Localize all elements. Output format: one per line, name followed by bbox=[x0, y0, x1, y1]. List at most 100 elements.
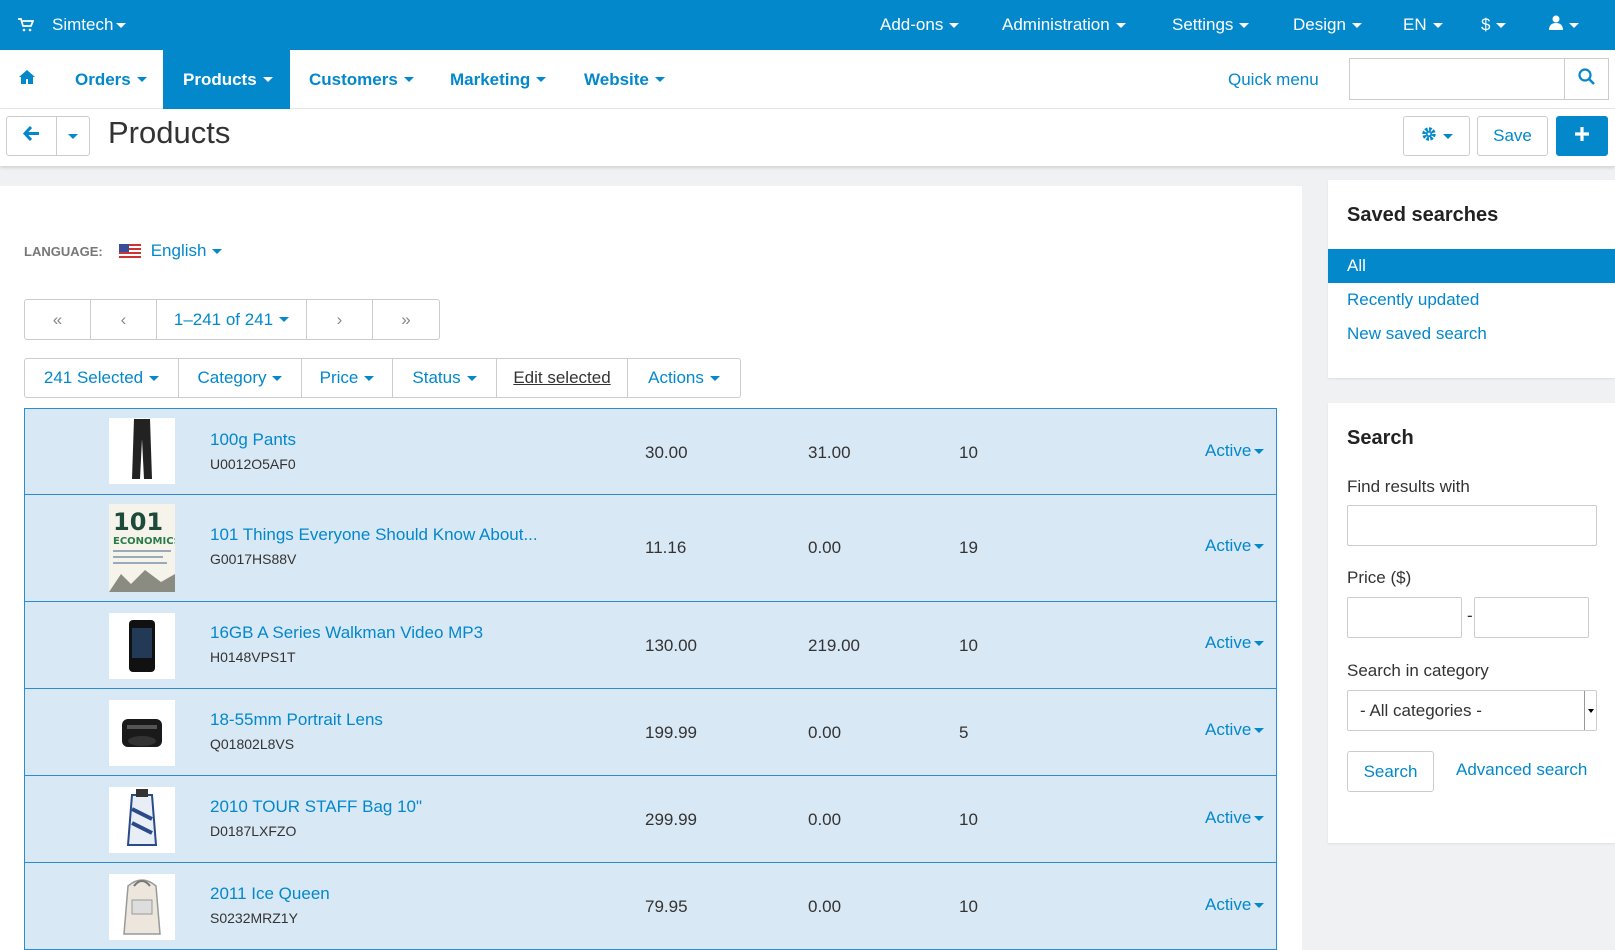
nav-customers[interactable]: Customers bbox=[309, 50, 414, 109]
product-row[interactable]: 2010 TOUR STAFF Bag 10" D0187LXFZO 299.9… bbox=[24, 775, 1277, 863]
language-dropdown[interactable]: English bbox=[151, 241, 223, 261]
page-range-dropdown[interactable]: 1–241 of 241 bbox=[157, 300, 307, 339]
price-from-input[interactable] bbox=[1347, 597, 1462, 638]
first-page-button[interactable]: « bbox=[25, 300, 91, 339]
product-thumbnail[interactable] bbox=[109, 700, 175, 766]
product-name-link[interactable]: 100g Pants bbox=[210, 430, 296, 450]
topmenu-settings[interactable]: Settings bbox=[1172, 0, 1250, 50]
status-dropdown[interactable]: Active bbox=[1205, 720, 1265, 740]
product-thumbnail[interactable] bbox=[109, 787, 175, 853]
status-dropdown[interactable]: Active bbox=[1205, 441, 1265, 461]
product-name-link[interactable]: 101 Things Everyone Should Know About... bbox=[210, 525, 538, 545]
global-search-input[interactable] bbox=[1349, 58, 1565, 100]
quick-menu[interactable]: Quick menu bbox=[1228, 50, 1319, 109]
product-quantity[interactable]: 19 bbox=[959, 538, 978, 558]
brand-name: Simtech bbox=[52, 15, 114, 34]
category-select-value: - All categories - bbox=[1360, 700, 1482, 720]
history-dropdown-button[interactable] bbox=[56, 116, 90, 156]
topmenu-administration[interactable]: Administration bbox=[1002, 0, 1126, 50]
search-panel-title: Search bbox=[1347, 427, 1414, 449]
topmenu-addons[interactable]: Add-ons bbox=[880, 0, 960, 50]
chevron-down-icon bbox=[364, 375, 375, 381]
new-saved-search-link[interactable]: New saved search bbox=[1328, 317, 1615, 351]
product-price[interactable]: 130.00 bbox=[645, 636, 697, 656]
chevron-down-icon bbox=[466, 375, 477, 381]
product-list-price[interactable]: 0.00 bbox=[808, 810, 841, 830]
product-quantity[interactable]: 10 bbox=[959, 443, 978, 463]
search-button[interactable]: Search bbox=[1347, 751, 1434, 792]
nav-marketing[interactable]: Marketing bbox=[450, 50, 547, 109]
find-results-label: Find results with bbox=[1347, 477, 1470, 496]
product-thumbnail[interactable] bbox=[109, 874, 175, 940]
product-list-price[interactable]: 0.00 bbox=[808, 723, 841, 743]
price-to-input[interactable] bbox=[1474, 597, 1589, 638]
chevron-down-icon bbox=[272, 375, 283, 381]
product-quantity[interactable]: 5 bbox=[959, 723, 968, 743]
product-row[interactable]: 101 ECONOMICS 101 Things Everyone Should … bbox=[24, 494, 1277, 602]
status-label: Active bbox=[1205, 720, 1252, 739]
status-filter[interactable]: Status bbox=[393, 359, 497, 397]
product-thumbnail[interactable]: 101 ECONOMICS bbox=[109, 504, 175, 592]
topmenu-language[interactable]: EN bbox=[1403, 0, 1443, 50]
saved-searches-title: Saved searches bbox=[1347, 204, 1499, 226]
product-price[interactable]: 199.99 bbox=[645, 723, 697, 743]
product-thumbnail[interactable] bbox=[109, 613, 175, 679]
add-product-button[interactable] bbox=[1556, 116, 1608, 156]
product-row[interactable]: 18-55mm Portrait Lens Q01802L8VS 199.99 … bbox=[24, 688, 1277, 776]
advanced-search-link[interactable]: Advanced search bbox=[1456, 760, 1587, 780]
product-list-price[interactable]: 31.00 bbox=[808, 443, 851, 463]
product-name-link[interactable]: 18-55mm Portrait Lens bbox=[210, 710, 383, 730]
product-price[interactable]: 299.99 bbox=[645, 810, 697, 830]
save-button[interactable]: Save bbox=[1477, 116, 1548, 156]
last-page-button[interactable]: » bbox=[373, 300, 439, 339]
book-cover-line2: ECONOMICS bbox=[113, 536, 175, 547]
product-quantity[interactable]: 10 bbox=[959, 810, 978, 830]
product-list-price[interactable]: 219.00 bbox=[808, 636, 860, 656]
next-page-button[interactable]: › bbox=[307, 300, 373, 339]
chevron-down-icon bbox=[149, 375, 160, 381]
nav-orders[interactable]: Orders bbox=[75, 50, 147, 109]
chevron-down-icon bbox=[1569, 22, 1579, 28]
page-range: 1–241 of 241 bbox=[173, 309, 274, 329]
saved-search-all[interactable]: All bbox=[1328, 249, 1615, 283]
find-results-input[interactable] bbox=[1347, 505, 1597, 546]
chevron-down-icon bbox=[136, 77, 147, 82]
store-switcher[interactable]: Simtech bbox=[18, 0, 127, 50]
category-select[interactable]: - All categories - bbox=[1347, 690, 1597, 731]
back-button[interactable] bbox=[6, 116, 57, 156]
saved-search-recently-updated[interactable]: Recently updated bbox=[1328, 283, 1615, 317]
product-thumbnail[interactable] bbox=[109, 418, 175, 484]
status-dropdown[interactable]: Active bbox=[1205, 633, 1265, 653]
product-row[interactable]: 2011 Ice Queen S0232MRZ1Y 79.95 0.00 10 … bbox=[24, 862, 1277, 950]
product-code: G0017HS88V bbox=[210, 551, 297, 567]
product-price[interactable]: 11.16 bbox=[645, 538, 686, 558]
product-price[interactable]: 79.95 bbox=[645, 897, 688, 917]
nav-home[interactable] bbox=[18, 50, 36, 109]
product-name-link[interactable]: 2010 TOUR STAFF Bag 10" bbox=[210, 797, 422, 817]
product-list-price[interactable]: 0.00 bbox=[808, 897, 841, 917]
topmenu-design[interactable]: Design bbox=[1293, 0, 1362, 50]
settings-dropdown-button[interactable] bbox=[1403, 116, 1470, 156]
topmenu-currency[interactable]: $ bbox=[1481, 0, 1507, 50]
status-dropdown[interactable]: Active bbox=[1205, 536, 1265, 556]
product-quantity[interactable]: 10 bbox=[959, 636, 978, 656]
price-filter[interactable]: Price bbox=[302, 359, 393, 397]
product-row[interactable]: 100g Pants U0012O5AF0 30.00 31.00 10 Act… bbox=[24, 408, 1277, 495]
nav-products[interactable]: Products bbox=[163, 50, 290, 109]
nav-website[interactable]: Website bbox=[584, 50, 665, 109]
category-filter[interactable]: Category bbox=[179, 359, 302, 397]
prev-page-button[interactable]: ‹ bbox=[91, 300, 157, 339]
product-price[interactable]: 30.00 bbox=[645, 443, 688, 463]
product-row[interactable]: 16GB A Series Walkman Video MP3 H0148VPS… bbox=[24, 601, 1277, 689]
global-search-button[interactable] bbox=[1565, 58, 1609, 100]
status-dropdown[interactable]: Active bbox=[1205, 808, 1265, 828]
product-name-link[interactable]: 2011 Ice Queen bbox=[210, 884, 330, 904]
status-dropdown[interactable]: Active bbox=[1205, 895, 1265, 915]
topmenu-user[interactable] bbox=[1549, 0, 1579, 50]
actions-dropdown[interactable]: Actions bbox=[628, 359, 740, 397]
product-quantity[interactable]: 10 bbox=[959, 897, 978, 917]
edit-selected-button[interactable]: Edit selected bbox=[497, 359, 628, 397]
product-name-link[interactable]: 16GB A Series Walkman Video MP3 bbox=[210, 623, 483, 643]
product-list-price[interactable]: 0.00 bbox=[808, 538, 841, 558]
selected-dropdown[interactable]: 241 Selected bbox=[25, 359, 179, 397]
